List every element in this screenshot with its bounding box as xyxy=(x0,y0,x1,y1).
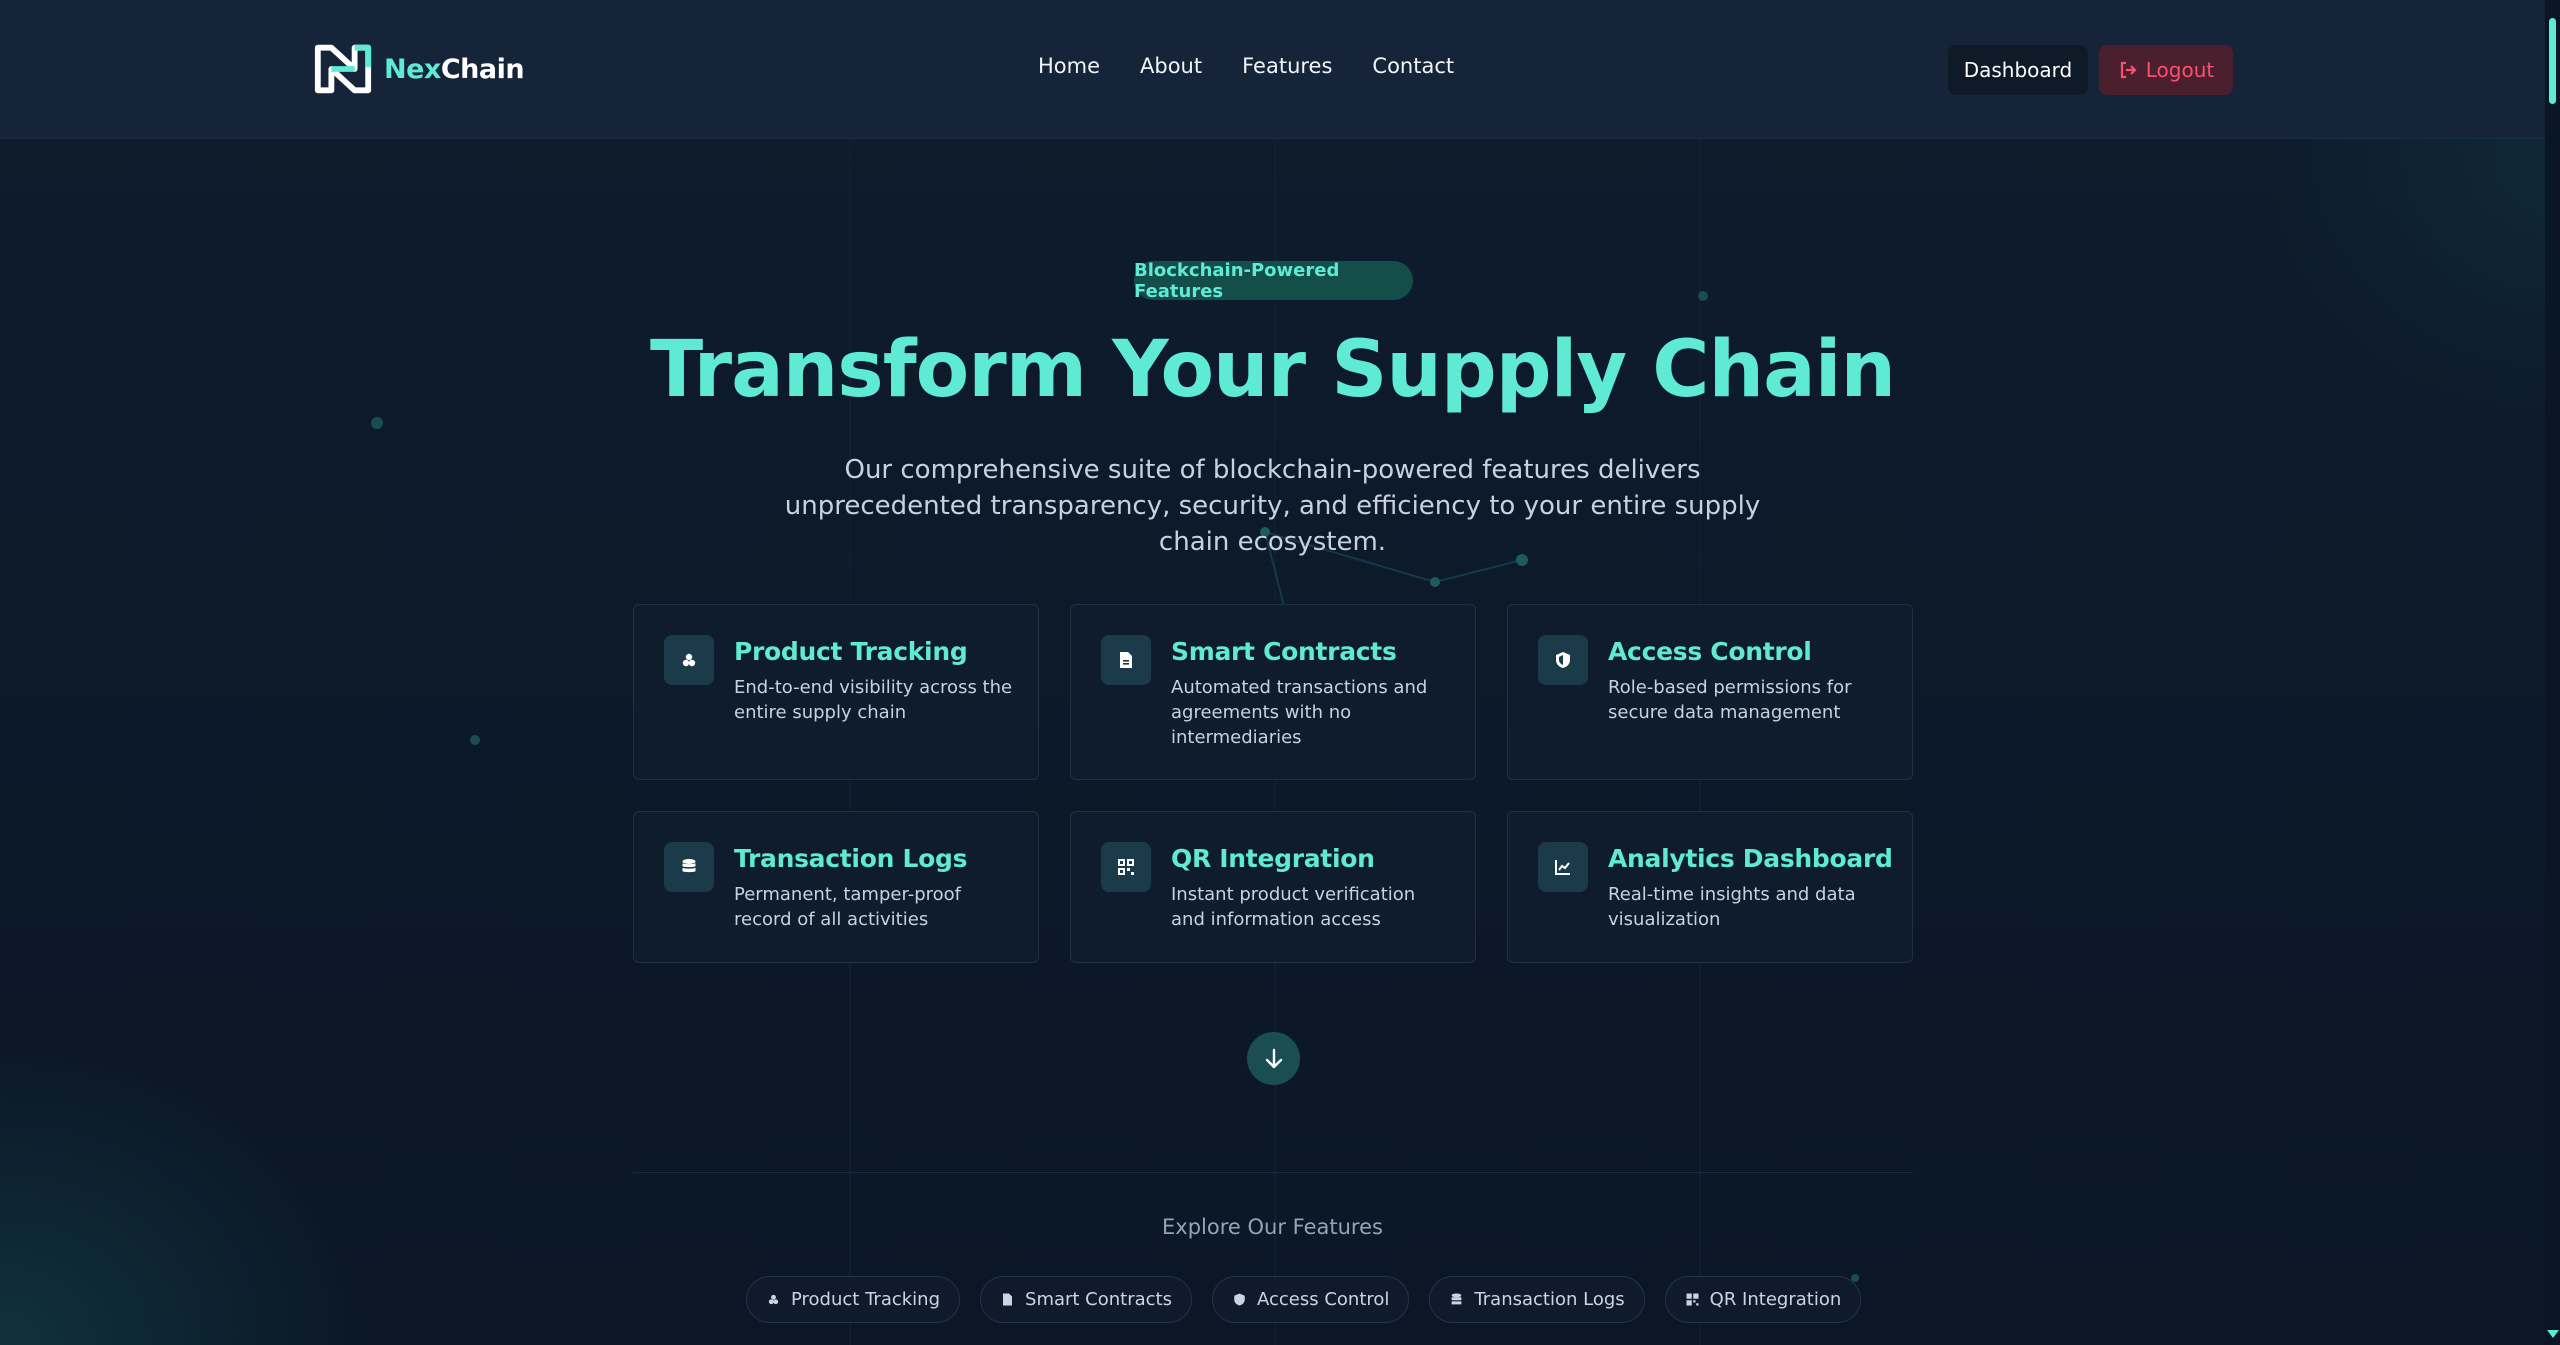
product-tracking-icon xyxy=(664,635,714,685)
top-navbar: NexChain Home About Features Contact Das… xyxy=(0,0,2545,139)
scrollbar-track[interactable] xyxy=(2545,0,2560,1345)
feature-card-desc: Real-time insights and data visualizatio… xyxy=(1608,884,1856,930)
explore-title: Explore Our Features xyxy=(1162,1215,1383,1239)
document-icon xyxy=(1003,1293,1013,1306)
logout-button[interactable]: Logout xyxy=(2099,45,2233,95)
brand-name-part1: Nex xyxy=(384,53,441,85)
nav-link-features[interactable]: Features xyxy=(1242,54,1332,78)
database-icon xyxy=(664,842,714,892)
nav-links: Home About Features Contact xyxy=(1038,54,1454,78)
feature-card-title: Product Tracking xyxy=(734,637,968,666)
feature-card-smart-contracts[interactable]: Smart Contracts Automated transactions a… xyxy=(1070,604,1476,780)
logout-label: Logout xyxy=(2145,58,2215,82)
feature-card-desc: Instant product verification and informa… xyxy=(1171,884,1416,930)
nav-link-contact[interactable]: Contact xyxy=(1372,54,1454,78)
nav-link-home[interactable]: Home xyxy=(1038,54,1100,78)
feature-card-title: Access Control xyxy=(1608,637,1812,666)
pill-product-tracking[interactable]: Product Tracking xyxy=(746,1276,961,1323)
product-tracking-icon xyxy=(768,1294,779,1305)
feature-card-desc: Role-based permissions for secure data m… xyxy=(1608,677,1852,723)
brand-logo[interactable]: NexChain xyxy=(312,38,525,100)
feature-card-desc: End-to-end visibility across the entire … xyxy=(734,677,1013,723)
dashboard-button[interactable]: Dashboard xyxy=(1948,45,2088,95)
pill-label: Transaction Logs xyxy=(1474,1289,1625,1310)
database-icon xyxy=(1452,1293,1462,1305)
feature-card-title: Transaction Logs xyxy=(734,844,968,873)
pill-label: QR Integration xyxy=(1709,1289,1842,1310)
pill-transaction-logs[interactable]: Transaction Logs xyxy=(1429,1276,1645,1323)
document-icon xyxy=(1101,635,1151,685)
pill-label: Access Control xyxy=(1257,1289,1390,1310)
feature-card-analytics-dashboard[interactable]: Analytics Dashboard Real-time insights a… xyxy=(1507,811,1913,963)
features-badge: Blockchain-Powered Features xyxy=(1134,260,1413,302)
feature-card-qr-integration[interactable]: QR Integration Instant product verificat… xyxy=(1070,811,1476,963)
feature-card-transaction-logs[interactable]: Transaction Logs Permanent, tamper-proof… xyxy=(633,811,1039,963)
feature-card-product-tracking[interactable]: Product Tracking End-to-end visibility a… xyxy=(633,604,1039,780)
scroll-down-arrow-icon[interactable] xyxy=(2547,1330,2559,1338)
hero-title: Transform Your Supply Chain xyxy=(650,325,1896,415)
pill-smart-contracts[interactable]: Smart Contracts xyxy=(980,1276,1192,1323)
brand-name-part2: Chain xyxy=(440,53,525,85)
arrow-down-icon xyxy=(1265,1048,1282,1068)
chart-icon xyxy=(1538,842,1588,892)
shield-icon xyxy=(1538,635,1588,685)
qr-code-icon xyxy=(1101,842,1151,892)
shield-icon xyxy=(1234,1293,1245,1306)
section-divider xyxy=(633,1172,1913,1173)
scroll-down-button[interactable] xyxy=(1247,1032,1300,1085)
logout-icon xyxy=(2120,61,2137,79)
brand-name: NexChain xyxy=(384,53,525,85)
feature-card-access-control[interactable]: Access Control Role-based permissions fo… xyxy=(1507,604,1913,780)
feature-card-desc: Automated transactions and agreements wi… xyxy=(1171,677,1428,748)
qr-code-icon xyxy=(1686,1293,1699,1306)
feature-card-title: QR Integration xyxy=(1171,844,1375,873)
feature-card-title: Smart Contracts xyxy=(1171,637,1397,666)
feature-card-desc: Permanent, tamper-proof record of all ac… xyxy=(734,884,961,930)
pill-label: Smart Contracts xyxy=(1025,1289,1172,1310)
scrollbar-thumb[interactable] xyxy=(2549,18,2556,104)
pill-qr-integration[interactable]: QR Integration xyxy=(1664,1276,1862,1323)
hero-subtitle: Our comprehensive suite of blockchain-po… xyxy=(784,455,1761,557)
feature-card-title: Analytics Dashboard xyxy=(1608,844,1893,873)
nexchain-logo-icon xyxy=(314,44,372,94)
feature-pills: Product Tracking Smart Contracts Access … xyxy=(746,1276,1862,1323)
pill-access-control[interactable]: Access Control xyxy=(1212,1276,1410,1323)
nav-link-about[interactable]: About xyxy=(1140,54,1202,78)
pill-label: Product Tracking xyxy=(791,1289,941,1310)
